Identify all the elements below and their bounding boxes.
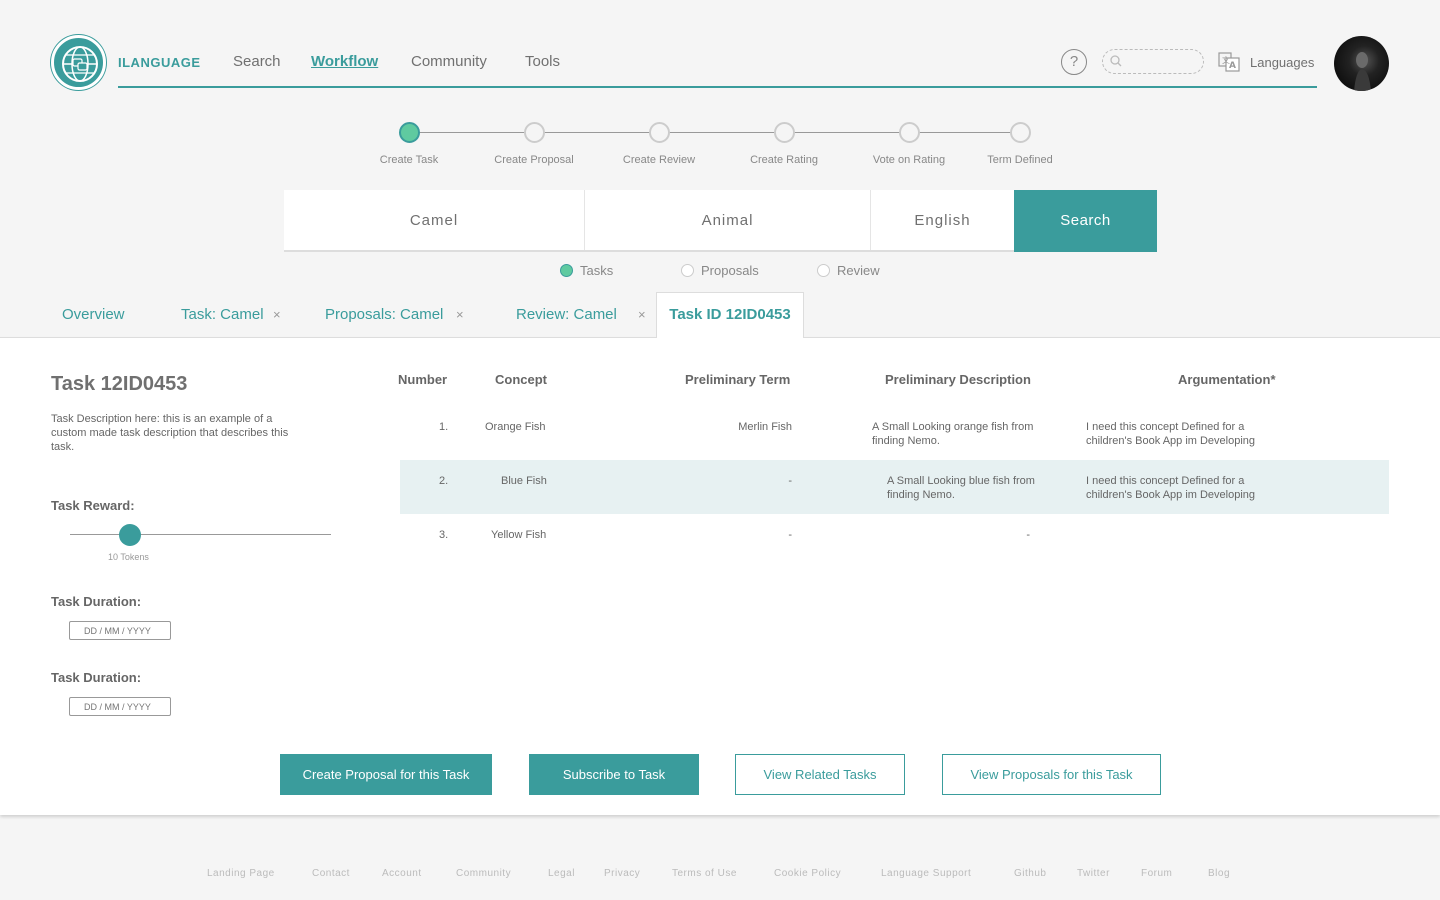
step-label: Create Task xyxy=(379,154,439,166)
globe-icon xyxy=(62,46,98,82)
nav-community[interactable]: Community xyxy=(411,53,487,70)
view-proposals-button[interactable]: View Proposals for this Task xyxy=(942,754,1161,795)
cell-argumentation: I need this concept Defined for a childr… xyxy=(1086,421,1256,447)
step-dot[interactable] xyxy=(399,122,420,143)
col-header-number: Number xyxy=(398,372,448,387)
footer-link-terms[interactable]: Terms of Use xyxy=(672,868,737,879)
close-icon[interactable]: × xyxy=(273,307,281,322)
radio-review-label: Review xyxy=(837,263,880,278)
step-dot[interactable] xyxy=(774,122,795,143)
footer-link-landing[interactable]: Landing Page xyxy=(207,868,275,879)
footer-link-account[interactable]: Account xyxy=(382,868,422,879)
brand-name: ILANGUAGE xyxy=(118,55,201,70)
search-button[interactable]: Search xyxy=(1014,190,1157,252)
cell-term: - xyxy=(788,475,792,487)
step-dot[interactable] xyxy=(649,122,670,143)
cell-number: 2. xyxy=(439,475,449,487)
tab-proposals-camel[interactable]: Proposals: Camel xyxy=(325,306,443,323)
footer-link-blog[interactable]: Blog xyxy=(1208,868,1230,879)
cell-number: 1. xyxy=(439,421,449,433)
table-row[interactable]: 1. Orange Fish Merlin Fish A Small Looki… xyxy=(400,406,1389,460)
cell-term: Merlin Fish xyxy=(738,421,792,433)
duration-date-field-2[interactable] xyxy=(69,697,171,716)
avatar[interactable] xyxy=(1334,36,1389,91)
tab-review-camel[interactable]: Review: Camel xyxy=(516,306,617,323)
cell-description: A Small Looking blue fish from finding N… xyxy=(887,475,1035,501)
tab-task-id[interactable]: Task ID 12ID0453 xyxy=(656,292,804,338)
logo[interactable] xyxy=(51,35,106,90)
step-label: Vote on Rating xyxy=(872,154,946,166)
table-row[interactable]: 3. Yellow Fish - - xyxy=(400,514,1389,568)
reward-slider-track[interactable] xyxy=(70,534,331,535)
col-header-concept: Concept xyxy=(495,372,547,387)
footer-link-cookies[interactable]: Cookie Policy xyxy=(774,868,841,879)
radio-proposals[interactable] xyxy=(681,264,694,277)
radio-tasks[interactable] xyxy=(560,264,573,277)
footer-link-privacy[interactable]: Privacy xyxy=(604,868,640,879)
radio-proposals-label: Proposals xyxy=(701,263,759,278)
nav-tools[interactable]: Tools xyxy=(525,53,560,70)
cell-concept: Orange Fish xyxy=(485,421,546,433)
col-header-description: Preliminary Description xyxy=(885,372,1031,387)
help-button[interactable]: ? xyxy=(1061,49,1087,75)
cell-description: - xyxy=(1026,529,1030,541)
search-icon xyxy=(1110,55,1122,67)
col-header-term: Preliminary Term xyxy=(685,372,791,387)
task-description: Task Description here: this is an exampl… xyxy=(51,413,289,453)
subscribe-button[interactable]: Subscribe to Task xyxy=(529,754,699,795)
duration-date-field[interactable] xyxy=(69,621,171,640)
header-divider xyxy=(118,86,1317,88)
step-dot[interactable] xyxy=(899,122,920,143)
create-proposal-button[interactable]: Create Proposal for this Task xyxy=(280,754,492,795)
reward-label: Task Reward: xyxy=(51,498,135,513)
step-label: Create Proposal xyxy=(494,154,574,166)
term-field[interactable]: Camel xyxy=(284,190,584,250)
cell-number: 3. xyxy=(439,529,449,541)
table-row[interactable]: 2. Blue Fish - A Small Looking blue fish… xyxy=(400,460,1389,514)
step-dot[interactable] xyxy=(1010,122,1031,143)
language-field[interactable]: English xyxy=(871,190,1014,250)
user-photo xyxy=(1354,52,1371,91)
task-panel: Task 12ID0453 Task Description here: thi… xyxy=(0,337,1440,815)
reward-value: 10 Tokens xyxy=(108,552,149,562)
stepper-line xyxy=(409,132,1019,133)
cell-concept: Blue Fish xyxy=(501,475,547,487)
step-label: Create Rating xyxy=(750,154,818,166)
view-related-tasks-button[interactable]: View Related Tasks xyxy=(735,754,905,795)
close-icon[interactable]: × xyxy=(638,307,646,322)
radio-tasks-label: Tasks xyxy=(580,263,614,278)
reward-slider-handle[interactable] xyxy=(119,524,141,546)
cell-argumentation: I need this concept Defined for a childr… xyxy=(1086,475,1256,501)
cell-concept: Yellow Fish xyxy=(491,529,547,541)
duration-label: Task Duration: xyxy=(51,594,142,609)
nav-search[interactable]: Search xyxy=(233,53,281,70)
footer-link-language-support[interactable]: Language Support xyxy=(881,868,971,879)
step-dot[interactable] xyxy=(524,122,545,143)
footer-link-github[interactable]: Github xyxy=(1014,868,1046,879)
footer-link-twitter[interactable]: Twitter xyxy=(1077,868,1110,879)
cell-description: A Small Looking orange fish from finding… xyxy=(872,421,1034,447)
nav-workflow[interactable]: Workflow xyxy=(311,53,378,70)
col-header-argumentation: Argumentation* xyxy=(1178,372,1276,387)
search-bar: Camel Animal English Search xyxy=(284,190,1157,252)
radio-review[interactable] xyxy=(817,264,830,277)
cell-term: - xyxy=(788,529,792,541)
footer-link-forum[interactable]: Forum xyxy=(1141,868,1172,879)
duration-label-2: Task Duration: xyxy=(51,670,142,685)
page-title: Task 12ID0453 xyxy=(51,373,188,395)
translate-icon[interactable]: 文 A xyxy=(1218,51,1240,73)
close-icon[interactable]: × xyxy=(456,307,464,322)
svg-text:A: A xyxy=(1229,61,1236,71)
tab-task-camel[interactable]: Task: Camel xyxy=(181,306,264,323)
category-field[interactable]: Animal xyxy=(585,190,870,250)
languages-link[interactable]: Languages xyxy=(1250,55,1314,70)
step-label: Term Defined xyxy=(987,154,1053,166)
footer-link-legal[interactable]: Legal xyxy=(548,868,575,879)
footer-link-community[interactable]: Community xyxy=(456,868,511,879)
step-label: Create Review xyxy=(622,154,696,166)
footer-link-contact[interactable]: Contact xyxy=(312,868,350,879)
tab-overview[interactable]: Overview xyxy=(62,306,125,323)
